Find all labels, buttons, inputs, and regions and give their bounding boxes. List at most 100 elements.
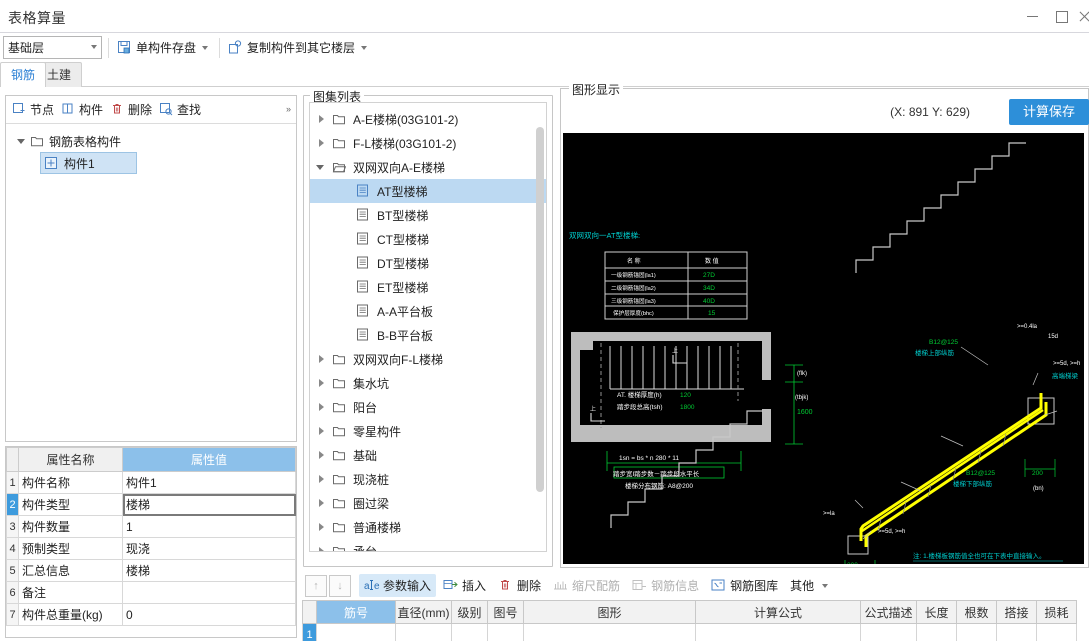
save-component-button[interactable]: 单构件存盘 — [115, 37, 198, 59]
floor-select[interactable]: 基础层 — [3, 36, 102, 59]
rebar-cell-2[interactable] — [451, 623, 488, 641]
chevron-right-icon[interactable] — [316, 378, 326, 388]
rebar-header-6[interactable]: 公式描述 — [860, 600, 917, 624]
property-row-value[interactable]: 现浇 — [122, 537, 296, 560]
tab-steel[interactable]: 钢筋 — [0, 62, 47, 88]
atlas-item-ct-stair[interactable]: CT型楼梯 — [310, 227, 546, 251]
copy-to-floor-dropdown-icon[interactable] — [361, 45, 368, 50]
table-row[interactable]: 1 — [302, 623, 1077, 641]
rebar-cell-9[interactable] — [996, 623, 1037, 641]
chevron-right-icon[interactable] — [316, 402, 326, 412]
atlas-item-folder[interactable]: 普通楼梯 — [310, 515, 546, 539]
add-node-button[interactable]: 节点 — [10, 99, 56, 121]
table-row[interactable]: 6 备注 — [6, 581, 296, 604]
property-row-value[interactable]: 构件1 — [122, 471, 296, 494]
tree-node-root[interactable]: 钢筋表格构件 — [6, 130, 296, 152]
minimize-button[interactable] — [1017, 0, 1047, 33]
table-row[interactable]: 4 预制类型 现浇 — [6, 537, 296, 560]
atlas-item-bb-platform[interactable]: B-B平台板 — [310, 323, 546, 347]
atlas-item-at-stair[interactable]: AT型楼梯 — [310, 179, 546, 203]
rebar-header-7[interactable]: 长度 — [916, 600, 957, 624]
rebar-cell-6[interactable] — [860, 623, 917, 641]
atlas-item-folder[interactable]: 现浇桩 — [310, 467, 546, 491]
atlas-item-dt-stair[interactable]: DT型楼梯 — [310, 251, 546, 275]
rebar-header-10[interactable]: 损耗 — [1036, 600, 1077, 624]
rebar-cell-8[interactable] — [956, 623, 997, 641]
rebar-cell-10[interactable] — [1036, 623, 1077, 641]
atlas-item-folder[interactable]: A-E楼梯(03G101-2) — [310, 107, 546, 131]
chevron-right-icon[interactable] — [316, 450, 326, 460]
maximize-button[interactable] — [1047, 0, 1077, 33]
rebar-cell-7[interactable] — [916, 623, 957, 641]
table-row[interactable]: 2 构件类型 楼梯 — [6, 493, 296, 516]
rebar-cell-0[interactable] — [316, 623, 396, 641]
calc-save-button[interactable]: 计算保存 — [1008, 99, 1089, 125]
chevron-right-icon[interactable] — [316, 426, 326, 436]
chevron-down-icon[interactable] — [316, 162, 326, 172]
rebar-header-4[interactable]: 图形 — [523, 600, 696, 624]
tree-item-component1[interactable]: 构件1 — [40, 152, 137, 174]
chevron-right-icon[interactable] — [316, 138, 326, 148]
rebar-header-0[interactable]: 筋号 — [316, 600, 396, 624]
atlas-item-folder[interactable]: 圈过梁 — [310, 491, 546, 515]
table-row[interactable]: 3 构件数量 1 — [6, 515, 296, 538]
rebar-header-8[interactable]: 根数 — [956, 600, 997, 624]
rebar-cell-3[interactable] — [487, 623, 524, 641]
chevron-right-icon[interactable] — [316, 546, 326, 551]
rebar-header-5[interactable]: 计算公式 — [695, 600, 861, 624]
delete-button[interactable]: 删除 — [108, 99, 154, 121]
move-down-button[interactable]: ↓ — [329, 574, 351, 597]
scale-rebar-button[interactable]: 缩尺配筋 — [548, 574, 625, 597]
atlas-scrollbar-thumb[interactable] — [536, 127, 544, 492]
property-row-value[interactable]: 楼梯 — [122, 559, 296, 582]
atlas-item-aa-platform[interactable]: A-A平台板 — [310, 299, 546, 323]
copy-to-floor-button[interactable]: 复制构件到其它楼层 — [226, 37, 357, 59]
cad-canvas[interactable]: 双网双向一AT型楼梯: 名 称 数 值 一级钢筋锚固(la1) 27D 二级钢筋… — [563, 133, 1084, 564]
rebar-cell-4[interactable] — [523, 623, 696, 641]
atlas-item-folder[interactable]: 承台 — [310, 539, 546, 551]
delete-row-button[interactable]: 删除 — [493, 574, 546, 597]
property-row-value-editing[interactable]: 楼梯 — [122, 493, 296, 516]
property-row-value[interactable] — [122, 581, 296, 604]
rebar-cell-5[interactable] — [695, 623, 861, 641]
other-button[interactable]: 其他 — [785, 574, 838, 597]
search-button[interactable]: 查找 — [157, 99, 203, 121]
atlas-item-folder-expanded[interactable]: 双网双向A-E楼梯 — [310, 155, 546, 179]
chevron-down-icon[interactable] — [16, 136, 26, 146]
move-up-button[interactable]: ↑ — [305, 574, 327, 597]
chevron-right-icon[interactable] — [316, 474, 326, 484]
atlas-item-folder[interactable]: 集水坑 — [310, 371, 546, 395]
rebar-info-button[interactable]: 钢筋信息 — [627, 574, 704, 597]
rebar-header-row: 筋号 直径(mm) 级别 图号 图形 计算公式 公式描述 长度 根数 搭接 损耗 — [302, 600, 1077, 624]
save-component-dropdown-icon[interactable] — [202, 45, 209, 50]
close-button[interactable] — [1077, 0, 1089, 33]
rebar-library-button[interactable]: 钢筋图库 — [706, 574, 783, 597]
rebar-header-3[interactable]: 图号 — [487, 600, 524, 624]
atlas-item-bt-stair[interactable]: BT型楼梯 — [310, 203, 546, 227]
other-label: 其他 — [790, 579, 815, 593]
rebar-header-2[interactable]: 级别 — [451, 600, 488, 624]
atlas-item-et-stair[interactable]: ET型楼梯 — [310, 275, 546, 299]
rebar-header-1[interactable]: 直径(mm) — [395, 600, 452, 624]
atlas-item-folder[interactable]: 阳台 — [310, 395, 546, 419]
chevron-right-icon[interactable] — [316, 354, 326, 364]
table-row[interactable]: 5 汇总信息 楼梯 — [6, 559, 296, 582]
chevron-right-icon[interactable] — [316, 498, 326, 508]
toolbar-overflow-icon[interactable]: » — [286, 104, 291, 114]
table-row[interactable]: 1 构件名称 构件1 — [6, 471, 296, 494]
rebar-header-9[interactable]: 搭接 — [996, 600, 1037, 624]
atlas-item-folder[interactable]: F-L楼梯(03G101-2) — [310, 131, 546, 155]
property-row-value[interactable]: 0 — [122, 603, 296, 626]
insert-button[interactable]: 插入 — [438, 574, 491, 597]
param-input-button[interactable]: ae 参数输入 — [359, 574, 437, 597]
chevron-down-icon[interactable] — [822, 583, 829, 588]
chevron-right-icon[interactable] — [316, 522, 326, 532]
add-component-button[interactable]: 构件 — [59, 99, 105, 121]
chevron-right-icon[interactable] — [316, 114, 326, 124]
property-row-value[interactable]: 1 — [122, 515, 296, 538]
table-row[interactable]: 7 构件总重量(kg) 0 — [6, 603, 296, 626]
rebar-cell-1[interactable] — [395, 623, 452, 641]
atlas-item-folder[interactable]: 基础 — [310, 443, 546, 467]
atlas-item-folder[interactable]: 双网双向F-L楼梯 — [310, 347, 546, 371]
atlas-item-folder[interactable]: 零星构件 — [310, 419, 546, 443]
